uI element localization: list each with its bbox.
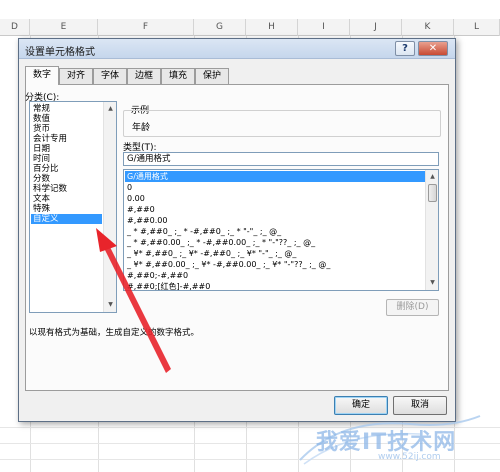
- tab-border[interactable]: 边框: [127, 68, 161, 84]
- column-header[interactable]: F: [98, 19, 194, 36]
- column-header[interactable]: H: [246, 19, 298, 36]
- triangle-down-icon[interactable]: ▼: [427, 277, 438, 288]
- help-button[interactable]: ?: [395, 41, 415, 56]
- type-list-item[interactable]: 0: [125, 182, 425, 193]
- dialog-titlebar[interactable]: 设置单元格格式 ? ✕: [19, 39, 455, 59]
- sample-groupbox: 年龄: [123, 110, 441, 137]
- column-header[interactable]: I: [298, 19, 350, 36]
- category-list[interactable]: 常规 数值 货币 会计专用 日期 时间 百分比 分数 科学记数 文本 特殊 自定…: [29, 101, 117, 313]
- category-item[interactable]: 数值: [31, 114, 102, 124]
- format-description: 以现有格式为基础，生成自定义的数字格式。: [29, 328, 200, 338]
- category-item[interactable]: 会计专用: [31, 134, 102, 144]
- triangle-up-icon[interactable]: ▲: [427, 171, 438, 182]
- category-item[interactable]: 文本: [31, 194, 102, 204]
- type-list-item[interactable]: _ ¥* #,##0_ ;_ ¥* -#,##0_ ;_ ¥* "-"_ ;_ …: [125, 248, 425, 259]
- help-icon: ?: [402, 43, 408, 54]
- column-header[interactable]: J: [350, 19, 402, 36]
- category-item[interactable]: 百分比: [31, 164, 102, 174]
- close-button[interactable]: ✕: [418, 41, 448, 56]
- column-header[interactable]: G: [194, 19, 246, 36]
- type-list-item[interactable]: _ ¥* #,##0.00_ ;_ ¥* -#,##0.00_ ;_ ¥* "-…: [125, 259, 425, 270]
- column-header[interactable]: E: [30, 19, 98, 36]
- delete-button[interactable]: 删除(D): [386, 299, 439, 316]
- tab-alignment[interactable]: 对齐: [59, 68, 93, 84]
- type-list-item[interactable]: #,##0.00: [125, 215, 425, 226]
- type-list-item-selected[interactable]: G/通用格式: [125, 171, 425, 182]
- category-item[interactable]: 分数: [31, 174, 102, 184]
- column-header-bar: D E F G H I J K L: [0, 19, 500, 36]
- category-item[interactable]: 特殊: [31, 204, 102, 214]
- tab-protection[interactable]: 保护: [195, 68, 229, 84]
- triangle-down-icon[interactable]: ▼: [105, 299, 116, 310]
- type-list-item[interactable]: #,##0: [125, 204, 425, 215]
- type-list[interactable]: G/通用格式 0 0.00 #,##0 #,##0.00 _ * #,##0_ …: [123, 169, 439, 291]
- dialog-title: 设置单元格格式: [25, 47, 95, 58]
- category-item[interactable]: 科学记数: [31, 184, 102, 194]
- watermark-url: www.52ij.com: [378, 452, 441, 462]
- category-item-selected[interactable]: 自定义: [31, 214, 102, 224]
- column-header[interactable]: D: [0, 19, 30, 36]
- type-list-item[interactable]: 0.00: [125, 193, 425, 204]
- category-item[interactable]: 日期: [31, 144, 102, 154]
- type-list-item[interactable]: #,##0;[红色]-#,##0: [125, 281, 425, 290]
- column-header[interactable]: L: [454, 19, 500, 36]
- type-input[interactable]: G/通用格式: [123, 152, 439, 166]
- scrollbar-thumb[interactable]: [428, 184, 437, 202]
- type-list-item[interactable]: _ * #,##0_ ;_ * -#,##0_ ;_ * "-"_ ;_ @_: [125, 226, 425, 237]
- format-cells-dialog: 设置单元格格式 ? ✕ 数字 对齐 字体 边框 填充 保护 分类(C): 常规 …: [18, 38, 456, 422]
- watermark: 我爱IT技术网 www.52ij.com: [290, 410, 490, 468]
- tab-number[interactable]: 数字: [25, 66, 59, 85]
- type-list-item[interactable]: #,##0;-#,##0: [125, 270, 425, 281]
- tab-font[interactable]: 字体: [93, 68, 127, 84]
- triangle-up-icon[interactable]: ▲: [105, 103, 116, 114]
- tab-fill[interactable]: 填充: [161, 68, 195, 84]
- category-item[interactable]: 货币: [31, 124, 102, 134]
- close-icon: ✕: [428, 43, 438, 54]
- type-list-item[interactable]: _ * #,##0.00_ ;_ * -#,##0.00_ ;_ * "-"??…: [125, 237, 425, 248]
- sample-value: 年龄: [132, 123, 151, 133]
- type-list-scrollbar[interactable]: ▲ ▼: [425, 170, 438, 290]
- category-item[interactable]: 常规: [31, 104, 102, 114]
- category-scrollbar[interactable]: ▲ ▼: [103, 102, 116, 312]
- category-item[interactable]: 时间: [31, 154, 102, 164]
- column-header[interactable]: K: [402, 19, 454, 36]
